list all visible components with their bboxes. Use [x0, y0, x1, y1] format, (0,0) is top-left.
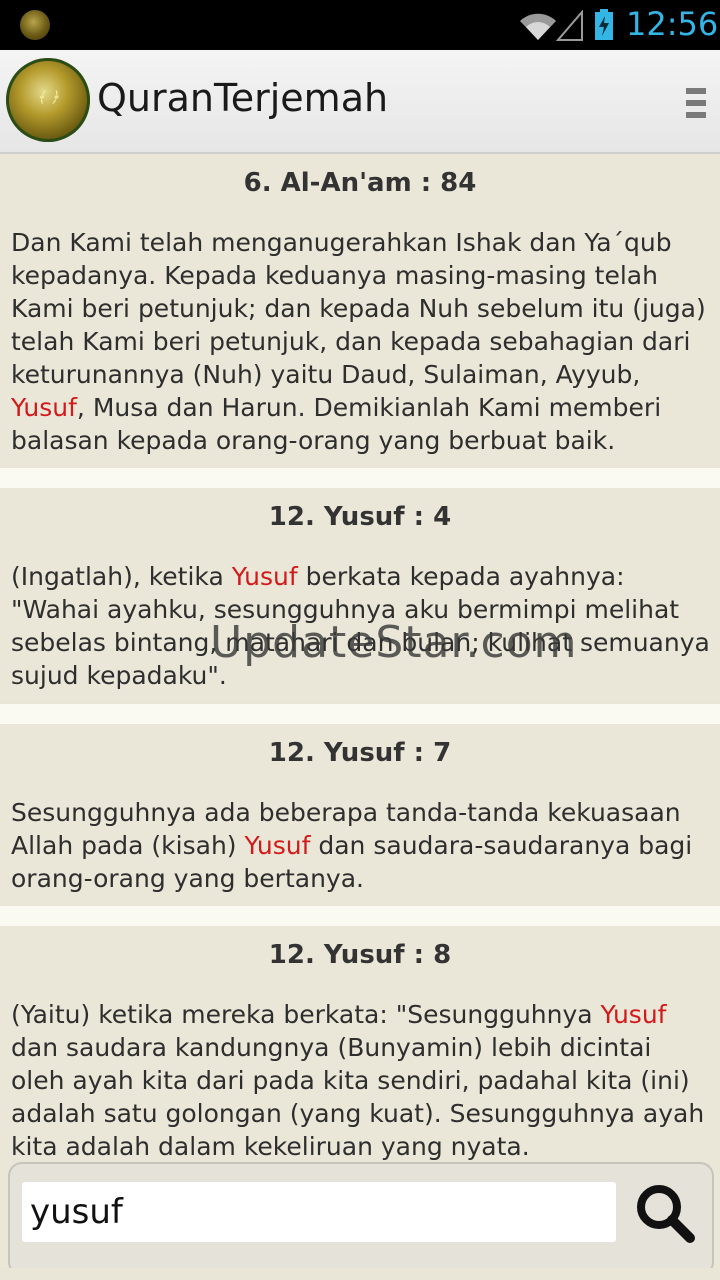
- verse-text: (Yaitu) ketika mereka berkata: "Sesunggu…: [11, 998, 711, 1163]
- verse-reference: 12. Yusuf : 8: [268, 940, 452, 970]
- verse-text-part: (Ingatlah), ketika: [11, 562, 232, 591]
- verse-text: Dan Kami telah menganugerahkan Ishak dan…: [11, 226, 711, 457]
- verse-text-part: Dan Kami telah menganugerahkan Ishak dan…: [11, 228, 706, 389]
- clock: 12:56: [626, 5, 719, 43]
- overflow-menu-button[interactable]: [678, 84, 716, 124]
- battery-charging-icon: [595, 9, 613, 40]
- verse-text-part: dan saudara kandungnya (Bunyamin) lebih …: [11, 1033, 705, 1161]
- search-highlight: Yusuf: [600, 1000, 667, 1029]
- wifi-icon: [520, 13, 556, 41]
- verse-list[interactable]: 6. Al-An'am : 84 Dan Kami telah menganug…: [0, 154, 720, 1280]
- app-title: QuranTerjemah: [97, 76, 389, 120]
- divider: [0, 906, 720, 926]
- list-continuation: [0, 1268, 720, 1280]
- menu-bar-icon: [686, 100, 706, 106]
- search-highlight: Yusuf: [231, 562, 298, 591]
- notification-app-icon: [20, 10, 50, 40]
- search-input[interactable]: [22, 1182, 616, 1242]
- divider: [0, 704, 720, 724]
- search-highlight: Yusuf: [11, 393, 77, 422]
- status-bar: 12:56: [0, 0, 720, 50]
- verse-reference: 12. Yusuf : 4: [268, 502, 452, 532]
- divider: [0, 468, 720, 488]
- verse-text-part: (Yaitu) ketika mereka berkata: "Sesunggu…: [11, 1000, 601, 1029]
- logo-calligraphy: ﴾ ﴿: [36, 88, 60, 106]
- search-bar: [8, 1162, 714, 1276]
- verse-item[interactable]: 12. Yusuf : 7 Sesungguhnya ada beberapa …: [0, 724, 720, 904]
- verse-reference: 6. Al-An'am : 84: [243, 168, 477, 198]
- app-logo[interactable]: ﴾ ﴿: [6, 58, 90, 142]
- watermark: UpdateStar.com: [210, 617, 578, 668]
- verse-reference: 12. Yusuf : 7: [268, 738, 452, 768]
- verse-text: Sesungguhnya ada beberapa tanda-tanda ke…: [11, 796, 711, 895]
- verse-text-part: , Musa dan Harun. Demikianlah Kami membe…: [11, 393, 662, 455]
- menu-bar-icon: [686, 112, 706, 118]
- signal-icon: [556, 10, 583, 41]
- search-icon[interactable]: [630, 1178, 698, 1246]
- verse-item[interactable]: 6. Al-An'am : 84 Dan Kami telah menganug…: [0, 154, 720, 466]
- verse-item[interactable]: 12. Yusuf : 4 (Ingatlah), ketika Yusuf b…: [0, 488, 720, 702]
- menu-bar-icon: [686, 88, 706, 94]
- action-bar: ﴾ ﴿ QuranTerjemah: [0, 50, 720, 154]
- search-highlight: Yusuf: [244, 831, 311, 860]
